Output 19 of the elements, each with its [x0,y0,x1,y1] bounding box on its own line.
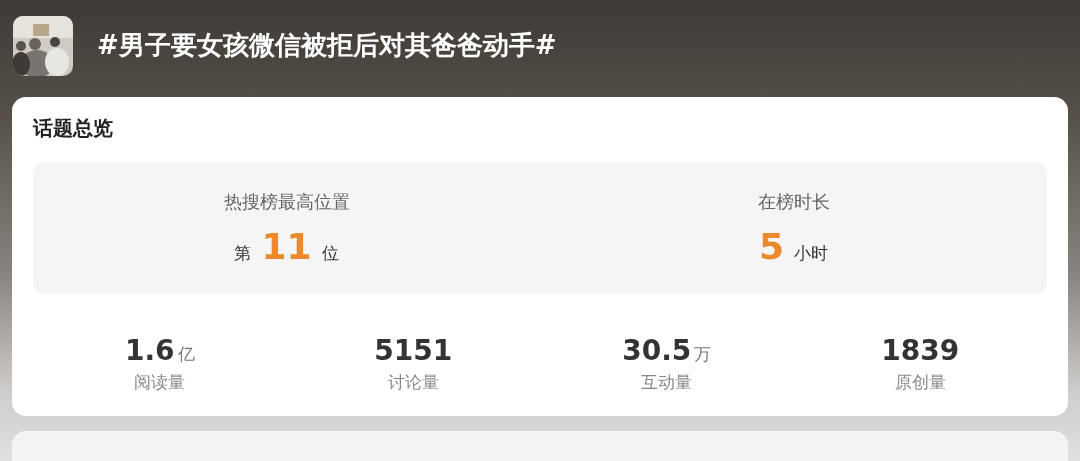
stat-value: 1839 [881,334,960,367]
stat-unit: 亿 [177,343,195,366]
stat-value: 1.6 [124,334,175,367]
stat-unit: 万 [694,343,712,366]
metric-prefix: 第 [234,241,252,265]
metric-label: 热搜榜最高位置 [223,189,350,214]
stat-label: 互动量 [641,371,693,394]
metric-value: 5 [758,225,785,267]
stat-value: 5151 [374,334,453,367]
topic-title: #男子要女孩微信被拒后对其爸爸动手# [97,29,557,62]
metric-unit: 位 [321,241,339,265]
stat-label: 讨论量 [387,371,439,394]
metric-unit: 小时 [794,241,829,265]
metric-value: 11 [261,225,312,267]
stat-label: 原创量 [894,371,946,394]
stat-label: 阅读量 [134,371,186,394]
metric-label: 在榜时长 [757,189,830,214]
stat-value: 30.5 [622,334,692,367]
card-title: 话题总览 [33,115,114,142]
